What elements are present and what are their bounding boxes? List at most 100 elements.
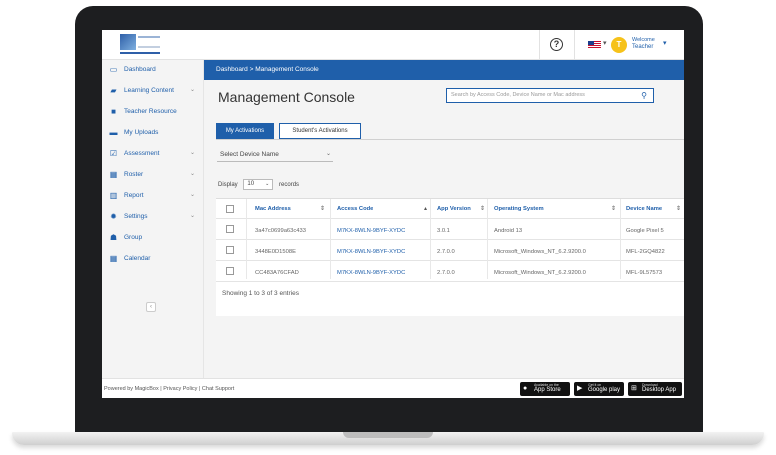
table-header-row: Mac Address ⇕ Access Code ▴ App Version … (216, 199, 684, 219)
search-input[interactable]: Search by Access Code, Device Name or Ma… (446, 88, 654, 103)
sidebar-item-my-uploads[interactable]: ▬ My Uploads (102, 123, 204, 144)
chevron-down-icon[interactable]: ▾ (603, 39, 607, 47)
windows-icon: ⊞ (631, 385, 637, 392)
sidebar-item-report[interactable]: ▥ Report ⌄ (102, 186, 204, 207)
page-title: Management Console (218, 89, 355, 105)
column-divider (246, 199, 247, 279)
avatar[interactable]: T (611, 37, 627, 53)
cell-device-name: Google Pixel 5 (626, 228, 664, 234)
chevron-down-icon[interactable]: ▾ (663, 39, 667, 47)
sidebar: ▭ Dashboard ▰ Learning Content ⌄ ■ Teach… (102, 60, 204, 378)
cell-access-code[interactable]: M7KX-8WLN-9BYF-XYDC (337, 249, 405, 255)
column-header-mac-address[interactable]: Mac Address (255, 206, 291, 212)
cell-access-code[interactable]: M7KX-8WLN-9BYF-XYDC (337, 270, 405, 276)
sidebar-item-learning-content[interactable]: ▰ Learning Content ⌄ (102, 81, 204, 102)
sort-icon[interactable]: ⇕ (676, 205, 681, 212)
sort-icon[interactable]: ⇕ (320, 205, 325, 212)
chevron-down-icon: ⌄ (190, 213, 196, 219)
cell-device-name: MFL-9L57573 (626, 270, 663, 276)
sidebar-item-calendar[interactable]: ▦ Calendar (102, 249, 204, 270)
sidebar-item-assessment[interactable]: ☑ Assessment ⌄ (102, 144, 204, 165)
help-icon[interactable]: ? (550, 38, 563, 51)
column-header-device-name[interactable]: Device Name (626, 206, 662, 212)
logo-text-lines (138, 36, 160, 48)
top-bar: ? ▾ T Welcome Teacher ▾ (102, 30, 684, 60)
app-screen: ? ▾ T Welcome Teacher ▾ ▭ Dashboard ▰ Le… (102, 30, 684, 398)
search-placeholder: Search by Access Code, Device Name or Ma… (451, 92, 585, 98)
pagination-info: Showing 1 to 3 of 3 entries (222, 290, 299, 297)
sidebar-item-dashboard[interactable]: ▭ Dashboard (102, 60, 204, 81)
select-all-checkbox[interactable] (226, 205, 234, 213)
sidebar-item-label: Dashboard (124, 66, 156, 73)
desktop-app-badge[interactable]: ⊞ Download Desktop App (628, 382, 682, 396)
cell-mac-address: 3a47c0699a63c433 (255, 228, 306, 234)
row-checkbox[interactable] (226, 225, 234, 233)
logo-mark (120, 34, 136, 50)
tab-my-activations[interactable]: My Activations (216, 123, 274, 139)
column-header-operating-system[interactable]: Operating System (494, 206, 544, 212)
column-divider (620, 199, 621, 279)
calendar-icon: ▦ (109, 254, 118, 263)
cell-operating-system: Microsoft_Windows_NT_6.2.9200.0 (494, 249, 586, 255)
google-play-badge[interactable]: ▶ Get it on Google play (574, 382, 624, 396)
row-checkbox[interactable] (226, 267, 234, 275)
footer-links[interactable]: Powered by MagicBox | Privacy Policy | C… (104, 386, 234, 392)
divider (574, 30, 575, 60)
sidebar-item-teacher-resource[interactable]: ■ Teacher Resource (102, 102, 204, 123)
table-row[interactable]: 3448E0D1508E M7KX-8WLN-9BYF-XYDC 2.7.0.0… (216, 240, 684, 261)
cell-app-version: 2.7.0.0 (437, 270, 455, 276)
us-flag-icon[interactable] (588, 41, 601, 49)
sidebar-item-settings[interactable]: ✹ Settings ⌄ (102, 207, 204, 228)
column-divider (430, 199, 431, 279)
main-content: Management Console Search by Access Code… (204, 80, 684, 378)
sidebar-item-roster[interactable]: ▦ Roster ⌄ (102, 165, 204, 186)
cell-mac-address: 3448E0D1508E (255, 249, 296, 255)
sidebar-item-label: Teacher Resource (124, 108, 177, 115)
sidebar-item-label: Learning Content (124, 87, 174, 94)
sort-icon[interactable]: ⇕ (611, 205, 616, 212)
cell-mac-address: CC483A76CFAD (255, 270, 299, 276)
chart-icon: ▥ (109, 191, 118, 200)
column-header-access-code[interactable]: Access Code (337, 206, 373, 212)
records-label: records (279, 182, 300, 189)
divider (539, 30, 540, 60)
sort-ascending-icon[interactable]: ▴ (424, 205, 427, 212)
sidebar-item-label: Assessment (124, 150, 160, 157)
row-checkbox[interactable] (226, 246, 234, 254)
cell-access-code[interactable]: M7KX-8WLN-9BYF-XYDC (337, 228, 405, 234)
sidebar-item-label: Group (124, 234, 143, 241)
cell-operating-system: Android 13 (494, 228, 523, 234)
table-row[interactable]: 3a47c0699a63c433 M7KX-8WLN-9BYF-XYDC 3.0… (216, 219, 684, 240)
sidebar-item-label: Settings (124, 213, 148, 220)
badge-title: App Store (534, 387, 561, 393)
search-icon[interactable]: ⚲ (638, 90, 650, 101)
app-logo[interactable] (120, 34, 162, 56)
badge-title: Google play (588, 387, 621, 393)
badge-title: Desktop App (642, 387, 677, 393)
sort-icon[interactable]: ⇕ (480, 205, 485, 212)
sidebar-item-label: Calendar (124, 255, 151, 262)
table-row[interactable]: CC483A76CFAD M7KX-8WLN-9BYF-XYDC 2.7.0.0… (216, 261, 684, 282)
footer: Powered by MagicBox | Privacy Policy | C… (102, 378, 684, 398)
sidebar-item-label: Report (124, 192, 144, 199)
records-per-page-select[interactable]: 10 ⌄ (243, 179, 274, 190)
records-per-page: Display 10 ⌄ records (218, 179, 299, 190)
logo-underline (120, 52, 160, 54)
folder-icon: ▬ (109, 128, 118, 137)
chevron-down-icon: ⌄ (190, 87, 196, 93)
chevron-down-icon: ⌄ (190, 150, 196, 156)
column-header-app-version[interactable]: App Version (437, 206, 471, 212)
column-divider (330, 199, 331, 279)
tab-students-activations[interactable]: Student's Activations (279, 123, 361, 139)
sidebar-item-group[interactable]: ☗ Group (102, 228, 204, 249)
device-name-select[interactable]: Select Device Name ⌄ (217, 147, 333, 162)
records-per-page-value: 10 (247, 181, 255, 187)
cell-app-version: 3.0.1 (437, 228, 450, 234)
user-menu[interactable]: Welcome Teacher (632, 37, 655, 51)
collapse-sidebar-button[interactable]: ‹ (146, 302, 156, 312)
app-store-badge[interactable]: ● Available on the App Store (520, 382, 570, 396)
chevron-down-icon: ⌄ (190, 192, 196, 198)
breadcrumb[interactable]: Dashboard > Management Console (216, 66, 319, 73)
gear-icon: ✹ (110, 212, 117, 221)
book-icon: ▰ (110, 86, 117, 95)
